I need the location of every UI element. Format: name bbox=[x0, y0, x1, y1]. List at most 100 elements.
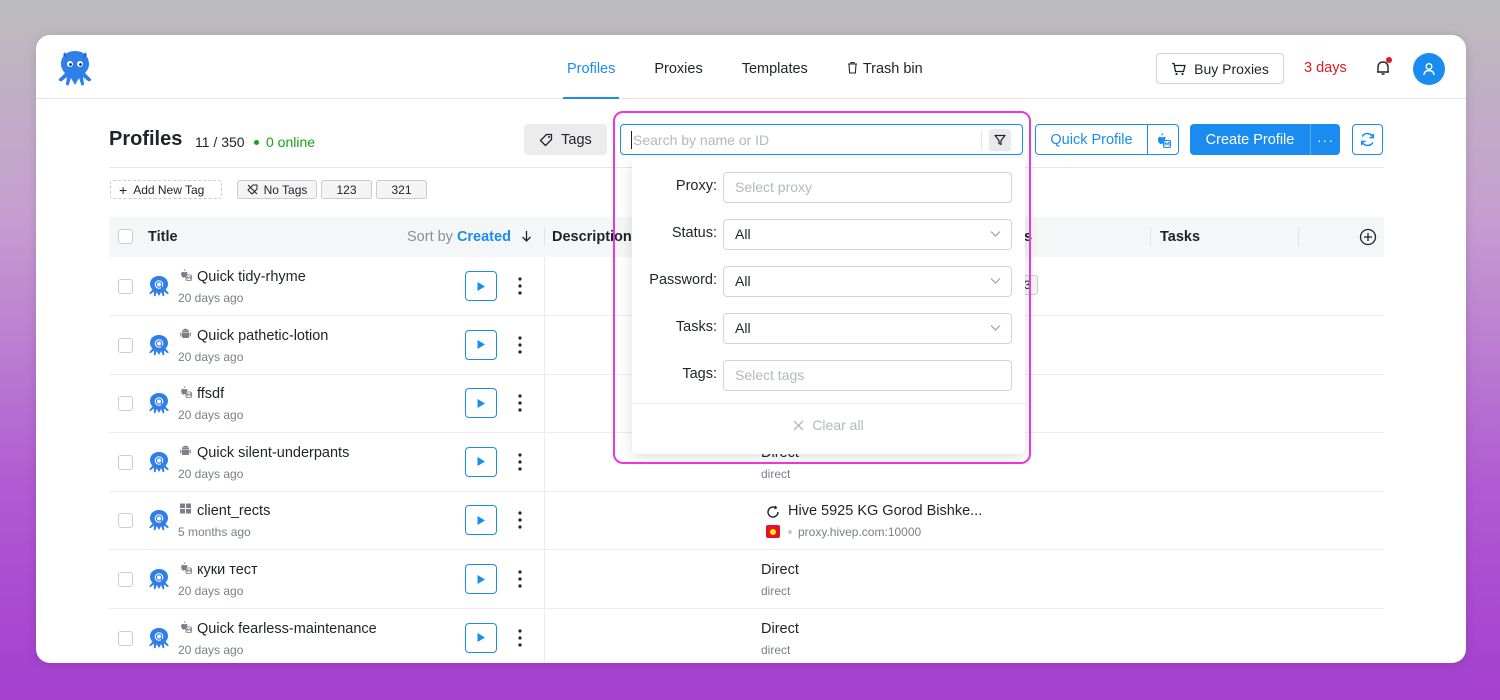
profile-name[interactable]: Quick fearless-maintenance bbox=[197, 621, 377, 637]
create-more-button[interactable]: ··· bbox=[1310, 124, 1340, 155]
row-checkbox[interactable] bbox=[118, 279, 133, 294]
column-tasks: Tasks bbox=[1160, 229, 1201, 245]
online-status: 0 online bbox=[254, 134, 315, 150]
profile-browser-icon bbox=[147, 274, 171, 298]
profile-browser-icon bbox=[147, 391, 171, 415]
row-checkbox[interactable] bbox=[118, 513, 133, 529]
refresh-button[interactable] bbox=[1352, 124, 1383, 155]
tags-button-label: Tags bbox=[561, 131, 592, 148]
row-checkbox[interactable] bbox=[118, 337, 133, 353]
highlight-annotation bbox=[613, 111, 1031, 464]
more-vertical-icon[interactable] bbox=[513, 627, 527, 649]
tag-chip-321[interactable]: 321 bbox=[376, 180, 427, 199]
profile-created: 20 days ago bbox=[178, 408, 244, 423]
column-divider bbox=[544, 374, 545, 434]
play-icon bbox=[477, 398, 485, 408]
select-all-checkbox[interactable] bbox=[118, 229, 133, 244]
profile-name[interactable]: Quick tidy-rhyme bbox=[197, 269, 306, 285]
start-profile-button[interactable] bbox=[465, 446, 497, 477]
macos-icon bbox=[1157, 132, 1171, 148]
add-new-tag-label: Add New Tag bbox=[133, 182, 205, 197]
nav-tab-templates[interactable]: Templates bbox=[742, 35, 808, 99]
macos-icon bbox=[179, 385, 192, 399]
profile-name[interactable]: Quick silent-underpants bbox=[197, 445, 349, 461]
profile-browser-icon bbox=[147, 567, 171, 591]
column-divider bbox=[544, 608, 545, 663]
user-avatar[interactable] bbox=[1413, 53, 1445, 85]
more-vertical-icon[interactable] bbox=[513, 568, 527, 590]
more-vertical-icon[interactable] bbox=[513, 451, 527, 473]
buy-proxies-button[interactable]: Buy Proxies bbox=[1156, 53, 1284, 84]
profile-browser-icon bbox=[147, 508, 171, 532]
tag-chip-no-tags-label: No Tags bbox=[263, 182, 308, 197]
proxy-host: proxy.hivep.com:10000 bbox=[788, 525, 921, 539]
nav-tab-profiles[interactable]: Profiles bbox=[562, 35, 620, 99]
add-new-tag-button[interactable]: + Add New Tag bbox=[110, 180, 222, 199]
trash-icon bbox=[847, 61, 857, 74]
page-title: Profiles bbox=[109, 128, 183, 150]
nav-tab-trash-bin[interactable]: Trash bin bbox=[847, 35, 923, 99]
nav-tab-trash-bin-label: Trash bin bbox=[862, 61, 923, 77]
arrow-down-icon bbox=[522, 231, 531, 242]
proxy-type: direct bbox=[761, 466, 791, 481]
cart-icon bbox=[1172, 62, 1186, 75]
more-vertical-icon[interactable] bbox=[513, 509, 527, 531]
tags-button[interactable]: Tags bbox=[524, 124, 607, 155]
macos-icon bbox=[179, 620, 192, 633]
start-profile-button[interactable] bbox=[465, 329, 497, 360]
proxy-name: Hive 5925 KG Gorod Bishke... bbox=[788, 503, 983, 520]
profile-browser-icon bbox=[147, 626, 171, 650]
table-row[interactable]: Quick fearless-maintenance 20 days ago Dir… bbox=[109, 608, 1384, 663]
nav-tab-proxies[interactable]: Proxies bbox=[654, 35, 702, 99]
profile-name[interactable]: ffsdf bbox=[197, 386, 224, 402]
profile-created: 20 days ago bbox=[178, 584, 244, 598]
play-icon bbox=[477, 633, 485, 643]
profile-count: 11 / 350 bbox=[195, 134, 245, 150]
start-profile-button[interactable] bbox=[465, 564, 497, 594]
profile-created: 20 days ago bbox=[178, 349, 244, 364]
start-profile-button[interactable] bbox=[465, 388, 497, 419]
create-profile-button[interactable]: Create Profile bbox=[1190, 124, 1310, 155]
start-profile-button[interactable] bbox=[465, 505, 497, 536]
row-checkbox[interactable] bbox=[118, 454, 133, 470]
more-vertical-icon[interactable] bbox=[513, 392, 527, 414]
sort-by-control[interactable]: Sort by Created bbox=[407, 217, 532, 257]
subscription-days-left[interactable]: 3 days bbox=[1304, 60, 1347, 76]
start-profile-button[interactable] bbox=[465, 271, 497, 301]
more-vertical-icon[interactable] bbox=[513, 275, 527, 297]
tag-icon bbox=[540, 133, 553, 146]
row-checkbox[interactable] bbox=[118, 396, 133, 412]
profile-name[interactable]: Quick pathetic-lotion bbox=[197, 328, 328, 344]
start-profile-button[interactable] bbox=[465, 622, 497, 653]
octopus-logo-icon[interactable] bbox=[54, 49, 96, 87]
quick-profile-os-button[interactable] bbox=[1147, 124, 1179, 155]
profile-name[interactable]: куки тест bbox=[197, 562, 258, 578]
row-checkbox[interactable] bbox=[118, 630, 133, 646]
kyrgyzstan-flag-icon bbox=[766, 525, 780, 539]
profile-browser-icon bbox=[147, 333, 171, 357]
table-row[interactable]: куки тест 20 days ago Direct direct bbox=[109, 550, 1384, 609]
column-separator bbox=[544, 227, 545, 247]
column-title: Title bbox=[148, 229, 178, 245]
column-separator bbox=[1298, 227, 1299, 247]
proxy-name: Direct bbox=[761, 620, 799, 637]
sort-by-value: Created bbox=[456, 229, 511, 245]
proxy-type: direct bbox=[761, 642, 791, 657]
quick-profile-button[interactable]: Quick Profile bbox=[1035, 124, 1148, 155]
macos-icon bbox=[179, 268, 192, 281]
notification-badge bbox=[1386, 57, 1392, 63]
table-row[interactable]: client_rects 5 months ago Hive 5925 KG Gor… bbox=[109, 491, 1384, 551]
tag-chip-no-tags[interactable]: No Tags bbox=[237, 180, 317, 199]
top-navigation: Profiles Proxies Templates Trash bin Buy… bbox=[36, 35, 1466, 99]
column-divider bbox=[544, 315, 545, 375]
profile-name[interactable]: client_rects bbox=[197, 503, 270, 519]
profile-created: 5 months ago bbox=[178, 525, 251, 540]
play-icon bbox=[477, 515, 485, 525]
tag-chip-123[interactable]: 123 bbox=[321, 180, 372, 199]
profile-browser-icon bbox=[147, 450, 171, 474]
more-vertical-icon[interactable] bbox=[513, 334, 527, 356]
add-column-icon[interactable] bbox=[1359, 228, 1377, 246]
play-icon bbox=[477, 340, 485, 350]
user-icon bbox=[1423, 63, 1435, 76]
row-checkbox[interactable] bbox=[118, 572, 133, 587]
